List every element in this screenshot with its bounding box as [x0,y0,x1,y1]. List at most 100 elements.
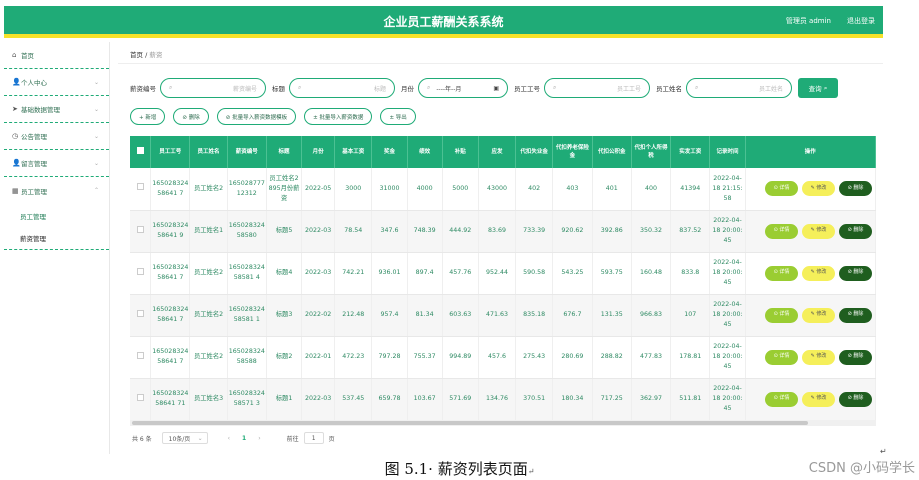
row-checkbox-cell[interactable] [130,252,152,295]
delete-row-button[interactable]: ⊘ 删除 [839,181,872,197]
month-input[interactable]: ⌕ ----年--月 ▣ [418,78,508,98]
detail-button[interactable]: ⊙ 详情 [765,181,798,197]
row-checkbox-cell[interactable] [130,336,152,379]
col-header[interactable]: 代扣养老保险金 [552,136,593,168]
admin-user-label[interactable]: 管理员 admin [786,16,831,26]
checkbox[interactable] [136,351,144,359]
col-header[interactable]: 基本工资 [334,136,373,168]
table-cell: 16502832458641 7 [150,336,191,379]
col-header[interactable]: 绩效 [407,136,443,168]
col-header[interactable]: 员工工号 [150,136,191,168]
delete-button[interactable]: ⊘ 删除 [173,108,209,125]
title-label: 标题 [272,85,285,93]
table-row: 16502832458641 7 员工姓名2 16502832458588 标题2 20… [130,336,876,379]
next-page-button[interactable]: › [258,435,260,442]
delete-row-button[interactable]: ⊘ 删除 [839,265,872,281]
breadcrumb-home[interactable]: 首页 [130,51,143,59]
import-template-button[interactable]: ⊘ 批量导入薪资数据模板 [216,108,297,125]
sidebar: ⌂ 首页 👤 个人中心 ⌄ ➤ 基础数据管理 ⌄ ◷ 公告管理 ⌄ 👤 留言管理… [4,42,110,454]
scrollbar-thumb[interactable] [132,421,808,425]
detail-button[interactable]: ⊙ 详情 [765,349,798,365]
grid-icon: ▦ [12,186,19,195]
checkbox[interactable] [136,183,144,191]
title-input[interactable]: ⌕ 标题 [289,78,395,98]
edit-button[interactable]: ✎ 修改 [802,181,835,197]
col-header[interactable]: 代扣公积金 [592,136,632,168]
col-header[interactable]: 记录时间 [709,136,746,168]
salary-no-input[interactable]: ⌕ 薪资编号 [160,78,266,98]
delete-row-button[interactable]: ⊘ 删除 [839,223,872,239]
table-cell: 3000 [334,168,373,211]
prev-page-button[interactable]: ‹ [228,435,230,442]
checkbox[interactable] [136,225,144,233]
table-cell: 2022-03 [301,378,336,420]
delete-row-button[interactable]: ⊘ 删除 [839,391,872,407]
page-size-select[interactable]: 10条/页 ⌄ [161,432,208,444]
sidebar-item-basic-data[interactable]: ➤ 基础数据管理 ⌄ [4,96,109,123]
col-header[interactable]: 标题 [266,136,303,168]
col-header[interactable]: 代扣失业金 [515,136,554,168]
sidebar-item-home[interactable]: ⌂ 首页 [4,42,109,69]
user-icon: 👤 [12,78,21,86]
goto-input[interactable]: 1 [303,432,324,444]
horizontal-scrollbar[interactable] [130,420,876,426]
emp-no-input[interactable]: ⌕ 员工工号 [544,78,650,98]
logout-link[interactable]: 退出登录 [847,16,875,26]
col-header[interactable]: 薪资编号 [227,136,267,168]
table-cell: 957.4 [371,294,408,337]
return-mark: ↵ [880,447,887,456]
col-header[interactable]: 补贴 [442,136,479,168]
edit-button[interactable]: ✎ 修改 [802,391,835,407]
query-button[interactable]: 查询 ⌕ [798,78,838,98]
table-cell: 16502832458581 1 [227,294,267,337]
sidebar-item-messages[interactable]: 👤 留言管理 ⌄ [4,150,109,177]
col-header[interactable]: 代扣个人所得税 [631,136,672,168]
row-checkbox-cell[interactable] [130,378,152,420]
edit-button[interactable]: ✎ 修改 [802,223,835,239]
detail-label: 详情 [779,353,790,360]
page-number[interactable]: 1 [242,435,246,442]
goto-label: 前往 [286,435,299,443]
sidebar-subitem-salary-management[interactable]: 薪资管理 [4,227,109,250]
month-placeholder: ----年--月 [436,85,462,93]
checkbox[interactable] [136,267,144,275]
col-header[interactable]: 实发工资 [670,136,711,168]
sidebar-subitem-employee-management[interactable]: 员工管理 [4,204,109,227]
emp-name-input[interactable]: ⌕ 员工姓名 [686,78,792,98]
col-header[interactable]: 员工姓名 [189,136,228,168]
detail-button[interactable]: ⊙ 详情 [765,307,798,323]
app-title: 企业员工薪酬关系系统 [383,15,504,29]
edit-button[interactable]: ✎ 修改 [802,265,835,281]
detail-button[interactable]: ⊙ 详情 [765,223,798,239]
sidebar-item-personal-center[interactable]: 👤 个人中心 ⌄ [4,69,109,96]
sidebar-item-employees[interactable]: ▦ 员工管理 ⌃ [4,177,109,204]
export-button[interactable]: ± 导出 [380,108,416,125]
table-cell: 835.18 [515,294,554,337]
col-header[interactable]: 应发 [478,136,517,168]
row-checkbox-cell[interactable] [130,294,152,337]
row-checkbox-cell[interactable] [130,210,152,253]
search-icon: ⌕ [695,84,699,91]
col-header[interactable]: 月份 [301,136,336,168]
add-button[interactable]: + 新增 [130,108,166,125]
calendar-icon[interactable]: ▣ [493,85,499,92]
chevron-down-icon: ⌄ [93,105,99,113]
col-header[interactable]: 奖金 [371,136,408,168]
checkbox[interactable] [136,309,144,317]
import-data-button[interactable]: ± 批量导入薪资数据 [304,108,373,125]
row-checkbox-cell[interactable] [130,168,152,211]
edit-button[interactable]: ✎ 修改 [802,307,835,323]
checkbox[interactable] [136,146,144,154]
detail-button[interactable]: ⊙ 详情 [765,265,798,281]
delete-row-button[interactable]: ⊘ 删除 [839,307,872,323]
edit-button[interactable]: ✎ 修改 [802,349,835,365]
table-cell: 472.23 [334,336,373,379]
checkbox[interactable] [136,393,144,401]
detail-button[interactable]: ⊙ 详情 [765,391,798,407]
select-all-checkbox[interactable] [130,136,152,168]
delete-row-button[interactable]: ⊘ 删除 [839,349,872,365]
sidebar-item-announcements[interactable]: ◷ 公告管理 ⌄ [4,123,109,150]
table-cell: 2022-04-18 20:00:45 [709,294,746,337]
search-icon: ⌕ [553,84,557,91]
table-cell: 16502832458641 7 [150,294,191,337]
